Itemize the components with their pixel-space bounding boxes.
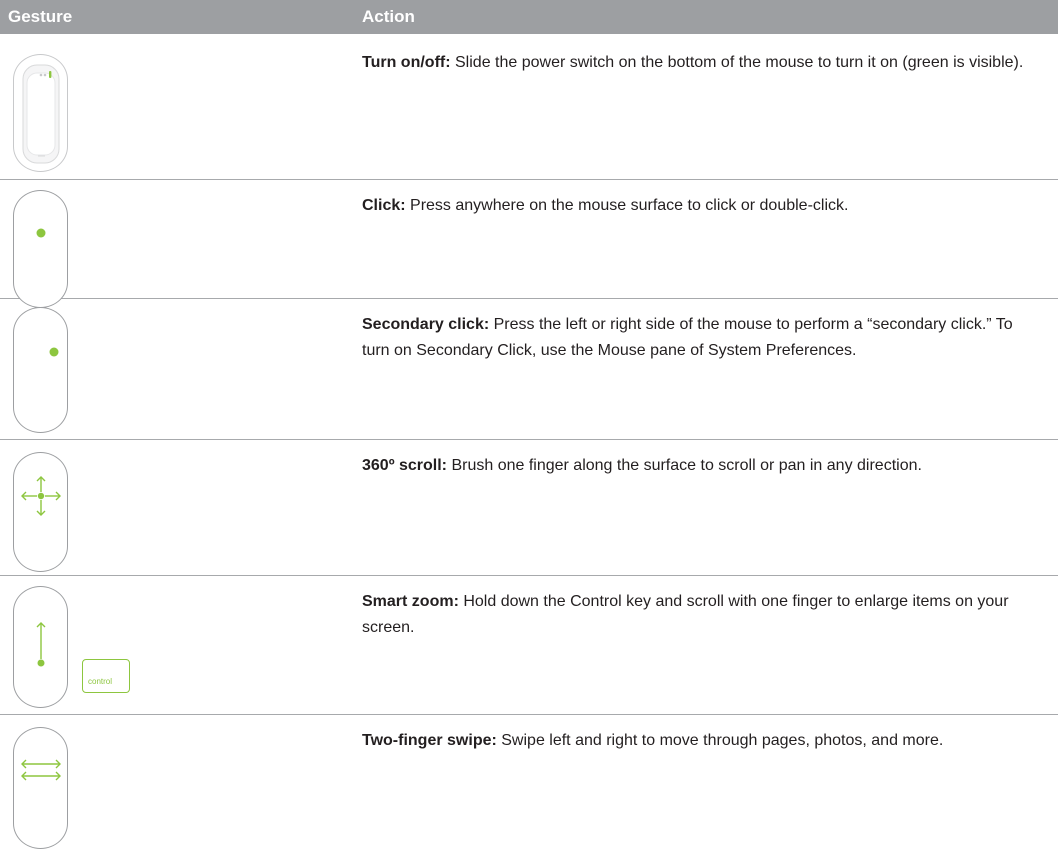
table-row: Turn on/off: Slide the power switch on t… xyxy=(0,34,1058,180)
mouse-smart-zoom-icon xyxy=(13,586,68,708)
action-cell: Smart zoom: Hold down the Control key an… xyxy=(362,589,1032,641)
table-row: 360º scroll: Brush one finger along the … xyxy=(0,440,1058,576)
gesture-cell: control xyxy=(0,576,350,714)
gesture-term: Two-finger swipe: xyxy=(362,732,497,749)
gesture-cell xyxy=(0,299,350,439)
action-cell: Two-finger swipe: Swipe left and right t… xyxy=(362,728,1032,754)
gesture-cell xyxy=(0,34,350,179)
gesture-term: Click: xyxy=(362,197,406,214)
action-cell: Secondary click: Press the left or right… xyxy=(362,312,1032,364)
gesture-term: Turn on/off: xyxy=(362,54,451,71)
gesture-description: Press anywhere on the mouse surface to c… xyxy=(405,197,849,214)
table-header: Gesture Action xyxy=(0,0,1058,34)
mouse-two-finger-swipe-icon xyxy=(13,727,68,849)
mouse-power-switch-icon xyxy=(13,54,68,172)
gesture-cell xyxy=(0,715,350,861)
action-column-header: Action xyxy=(362,7,415,26)
gesture-description: Brush one finger along the surface to sc… xyxy=(447,457,922,474)
gesture-description: Hold down the Control key and scroll wit… xyxy=(362,593,1009,636)
action-cell: Click: Press anywhere on the mouse surfa… xyxy=(362,193,1032,219)
action-cell: Turn on/off: Slide the power switch on t… xyxy=(362,50,1032,76)
table-row: control Smart zoom: Hold down the Contro… xyxy=(0,576,1058,715)
action-cell: 360º scroll: Brush one finger along the … xyxy=(362,453,1032,479)
control-key-label: control xyxy=(88,677,113,686)
gesture-column-header: Gesture xyxy=(8,7,73,26)
control-key-icon: control xyxy=(82,659,130,693)
mouse-secondary-click-icon xyxy=(13,307,68,433)
table-row: Secondary click: Press the left or right… xyxy=(0,299,1058,440)
gesture-description: Slide the power switch on the bottom of … xyxy=(450,54,1024,71)
gesture-table: Gesture Action Turn on/off: Slide the po… xyxy=(0,0,1058,861)
table-row: Two-finger swipe: Swipe left and right t… xyxy=(0,715,1058,861)
gesture-cell xyxy=(0,180,350,308)
gesture-term: Secondary click: xyxy=(362,316,490,333)
gesture-cell xyxy=(0,440,350,575)
table-row: Click: Press anywhere on the mouse surfa… xyxy=(0,180,1058,308)
gesture-term: Smart zoom: xyxy=(362,593,459,610)
mouse-scroll-icon xyxy=(13,452,68,572)
mouse-click-icon xyxy=(13,190,68,308)
gesture-description: Swipe left and right to move through pag… xyxy=(496,732,944,749)
gesture-term: 360º scroll: xyxy=(362,457,447,474)
